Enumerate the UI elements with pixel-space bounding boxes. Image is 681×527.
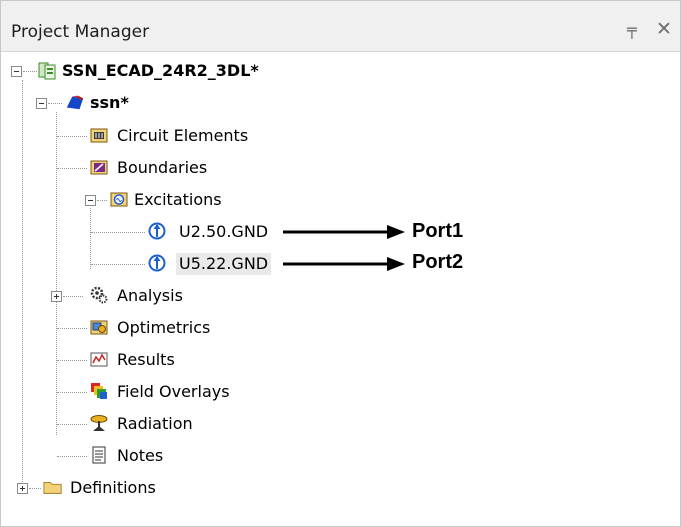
tree-item-excitations[interactable]: Excitations: [134, 189, 222, 211]
tree-line: [97, 200, 107, 201]
project-manager-panel: Project Manager ╤ ✕ SSN_ECAD_24R2_3DL* s…: [0, 0, 681, 527]
pin-icon[interactable]: ╤: [627, 20, 641, 40]
tree-line: [23, 71, 37, 72]
analysis-icon: [90, 286, 108, 304]
tree-item-port1[interactable]: U2.50.GND: [179, 221, 268, 243]
collapse-toggle[interactable]: [85, 195, 96, 206]
tree-line: [29, 488, 41, 489]
tree-line: [91, 264, 145, 265]
folder-icon: [43, 482, 62, 494]
panel-title: Project Manager: [11, 22, 150, 42]
collapse-toggle[interactable]: [36, 98, 47, 109]
tree-line: [22, 80, 23, 492]
tree-line: [48, 103, 62, 104]
annotation-port1: Port1: [412, 220, 464, 242]
collapse-toggle[interactable]: [11, 66, 22, 77]
tree-item-port2[interactable]: U5.22.GND: [176, 253, 272, 275]
arrow-head-port1: [387, 225, 405, 239]
circuit-elements-icon: [90, 128, 108, 143]
project-icon: [38, 62, 56, 80]
tree-item-field-overlays[interactable]: Field Overlays: [117, 381, 230, 403]
expand-toggle[interactable]: [51, 291, 62, 302]
port-icon: [148, 222, 166, 240]
annotation-port2: Port2: [412, 251, 464, 273]
notes-icon: [92, 446, 106, 464]
tree-item-notes[interactable]: Notes: [117, 445, 163, 467]
tree-item-definitions[interactable]: Definitions: [70, 477, 156, 499]
project-node-label[interactable]: SSN_ECAD_24R2_3DL*: [62, 60, 259, 82]
tree-line: [57, 392, 87, 393]
design-node-label[interactable]: ssn*: [90, 92, 129, 114]
tree-line: [57, 424, 87, 425]
tree-line: [57, 328, 87, 329]
port-icon: [148, 254, 166, 272]
tree-line: [57, 136, 87, 137]
results-icon: [90, 352, 108, 367]
tree-line: [56, 112, 57, 435]
tree-line: [57, 360, 87, 361]
tree-item-circuit-elements[interactable]: Circuit Elements: [117, 125, 248, 147]
tree-line: [63, 296, 83, 297]
excitations-icon: [110, 192, 128, 207]
field-overlays-icon: [91, 383, 107, 399]
tree-item-radiation[interactable]: Radiation: [117, 413, 193, 435]
tree-item-analysis[interactable]: Analysis: [117, 285, 183, 307]
radiation-icon: [90, 415, 108, 431]
panel-titlebar: Project Manager ╤ ✕: [1, 1, 680, 52]
tree-item-boundaries[interactable]: Boundaries: [117, 157, 207, 179]
arrow-head-port2: [387, 257, 405, 271]
boundaries-icon: [90, 160, 108, 175]
tree-line: [91, 232, 145, 233]
design-icon: [66, 95, 84, 110]
tree-line: [57, 456, 87, 457]
tree-line: [90, 208, 91, 269]
port-annotation-arrows: [283, 225, 405, 271]
optimetrics-icon: [90, 320, 108, 335]
expand-toggle[interactable]: [17, 483, 28, 494]
tree-line: [57, 168, 87, 169]
tree-item-results[interactable]: Results: [117, 349, 175, 371]
tree-item-optimetrics[interactable]: Optimetrics: [117, 317, 210, 339]
close-icon[interactable]: ✕: [656, 19, 672, 39]
project-tree: SSN_ECAD_24R2_3DL* ssn* Circuit Elements…: [1, 52, 680, 526]
